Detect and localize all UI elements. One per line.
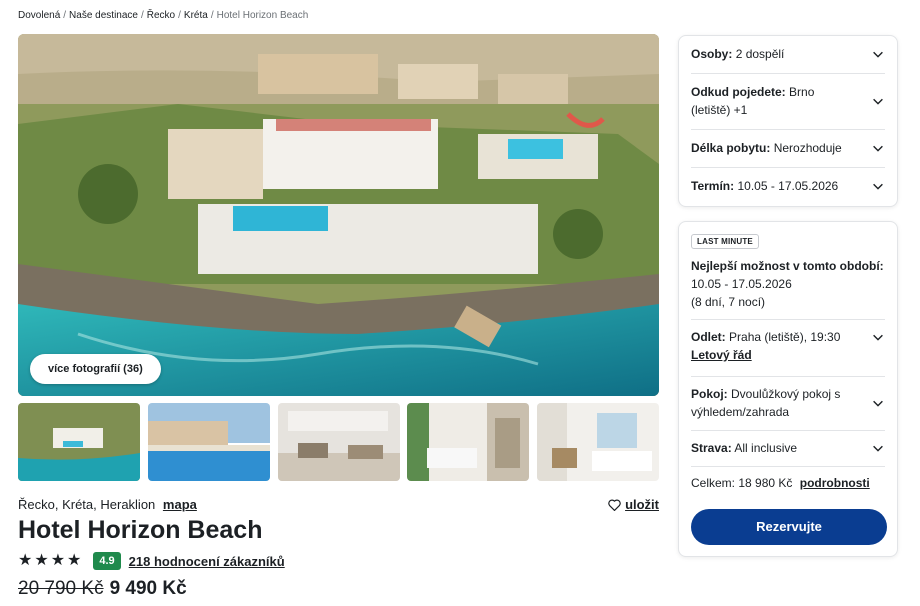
board-selector[interactable]: Strava: All inclusive	[691, 439, 885, 457]
thumbnail-aerial[interactable]	[18, 403, 140, 481]
divider	[691, 73, 885, 74]
current-price: 9 490 Kč	[109, 578, 187, 599]
divider	[691, 376, 885, 377]
chevron-down-icon	[873, 98, 883, 105]
chevron-down-icon	[873, 400, 883, 407]
offer-card: LAST MINUTE Nejlepší možnost v tomto obd…	[678, 221, 898, 557]
room-selector[interactable]: Pokoj: Dvoulůžkový pokoj s výhledem/zahra…	[691, 385, 885, 421]
board-value: All inclusive	[734, 441, 798, 455]
thumbnail-pool[interactable]	[147, 403, 270, 481]
departure-flight-label: Odlet:	[691, 330, 726, 344]
term-value: 10.05 - 17.05.2026	[737, 179, 839, 193]
location-text: Řecko, Kréta, Heraklion	[18, 497, 156, 512]
total-label: Celkem:	[691, 476, 736, 490]
star-rating: ★ ★ ★ ★	[18, 553, 81, 569]
best-option-title: Nejlepší možnost v tomto období:	[691, 259, 884, 273]
room-value: Dvoulůžkový pokoj s	[731, 387, 841, 401]
thumbnail-room-twin[interactable]	[407, 403, 530, 481]
thumbnail-image	[18, 403, 140, 481]
breadcrumb-link-crete[interactable]: Kréta	[184, 10, 208, 21]
length-selector[interactable]: Délka pobytu: Nerozhoduje	[691, 139, 885, 157]
reviews-link[interactable]: 218 hodnocení zákazníků	[129, 554, 285, 569]
total-value: 18 980 Kč	[738, 476, 793, 490]
hotel-aerial-image	[18, 34, 659, 396]
divider	[691, 319, 885, 320]
save-label: uložit	[625, 497, 659, 512]
breadcrumb: Dovolená / Naše destinace / Řecko / Kréta / Hote…	[18, 10, 308, 21]
thumbnail-lobby[interactable]	[277, 403, 400, 481]
hotel-name: Hotel Horizon Beach	[18, 516, 263, 544]
score-badge: 4.9	[93, 552, 121, 570]
length-value: Nerozhoduje	[773, 141, 842, 155]
save-button[interactable]: uložit	[608, 497, 659, 512]
chevron-down-icon	[873, 145, 883, 152]
star-icon: ★	[34, 552, 49, 569]
thumbnail-image	[537, 403, 659, 481]
divider	[691, 167, 885, 168]
chevron-down-icon	[873, 51, 883, 58]
thumbnail-image	[407, 403, 530, 481]
chevron-down-icon	[873, 334, 883, 341]
price-row: 20 790 Kč 9 490 Kč	[18, 578, 187, 600]
star-icon: ★	[50, 552, 66, 569]
breadcrumb-link-greece[interactable]: Řecko	[147, 10, 175, 21]
term-selector[interactable]: Termín: 10.05 - 17.05.2026	[691, 177, 885, 195]
length-label: Délka pobytu:	[691, 141, 771, 155]
more-photos-button[interactable]: více fotografií (36)	[30, 354, 161, 384]
chevron-down-icon	[873, 445, 883, 452]
departure-label: Odkud pojedete:	[691, 85, 786, 99]
departure-flight-value: Praha (letiště), 19:30	[729, 330, 841, 344]
old-price: 20 790 Kč	[18, 578, 104, 599]
map-link[interactable]: mapa	[163, 497, 197, 512]
hotel-location: Řecko, Kréta, Heraklion mapa	[18, 497, 197, 512]
breadcrumb-separator: /	[140, 10, 144, 21]
search-params-card: Osoby: 2 dospělí Odkud pojedete: Brno (le…	[678, 35, 898, 207]
last-minute-badge: LAST MINUTE	[691, 234, 759, 249]
persons-value: 2 dospělí	[735, 47, 785, 61]
details-link[interactable]: podrobnosti	[800, 476, 870, 490]
book-button[interactable]: Rezervujte	[691, 509, 887, 545]
breadcrumb-link-destinations[interactable]: Naše destinace	[69, 10, 138, 21]
best-option-length: (8 dní, 7 nocí)	[691, 295, 766, 309]
persons-selector[interactable]: Osoby: 2 dospělí	[691, 45, 885, 63]
room-label: Pokoj:	[691, 387, 728, 401]
thumbnail-image	[277, 403, 400, 481]
flight-selector[interactable]: Odlet: Praha (letiště), 19:30 Letový řád	[691, 328, 885, 364]
best-option: Nejlepší možnost v tomto období: 10.05 -…	[691, 257, 887, 311]
chevron-down-icon	[873, 183, 883, 190]
total-price: Celkem: 18 980 Kč podrobnosti	[691, 476, 870, 490]
rating-row: ★ ★ ★ ★ 4.9 218 hodnocení zákazníků	[18, 552, 285, 570]
thumbnail-image	[147, 403, 270, 481]
breadcrumb-link-dovolena[interactable]: Dovolená	[18, 10, 60, 21]
best-option-dates: 10.05 - 17.05.2026	[691, 277, 792, 291]
star-icon: ★	[67, 552, 82, 569]
star-icon: ★	[18, 552, 33, 569]
hero-photo[interactable]: více fotografií (36)	[18, 34, 659, 396]
departure-selector[interactable]: Odkud pojedete: Brno (letiště) +1	[691, 83, 885, 119]
flight-schedule-link[interactable]: Letový řád	[691, 348, 752, 362]
departure-value-extra: (letiště) +1	[691, 103, 748, 117]
term-label: Termín:	[691, 179, 735, 193]
breadcrumb-separator: /	[63, 10, 67, 21]
breadcrumb-separator: /	[210, 10, 214, 21]
departure-value: Brno	[789, 85, 815, 99]
heart-icon	[608, 499, 621, 511]
room-value-extra: výhledem/zahrada	[691, 405, 790, 419]
breadcrumb-current: Hotel Horizon Beach	[216, 10, 309, 21]
divider	[691, 430, 885, 431]
divider	[691, 466, 885, 467]
divider	[691, 129, 885, 130]
board-label: Strava:	[691, 441, 732, 455]
thumbnail-strip	[18, 403, 659, 481]
thumbnail-room-balcony[interactable]	[537, 403, 659, 481]
persons-label: Osoby:	[691, 47, 733, 61]
breadcrumb-separator: /	[178, 10, 181, 21]
